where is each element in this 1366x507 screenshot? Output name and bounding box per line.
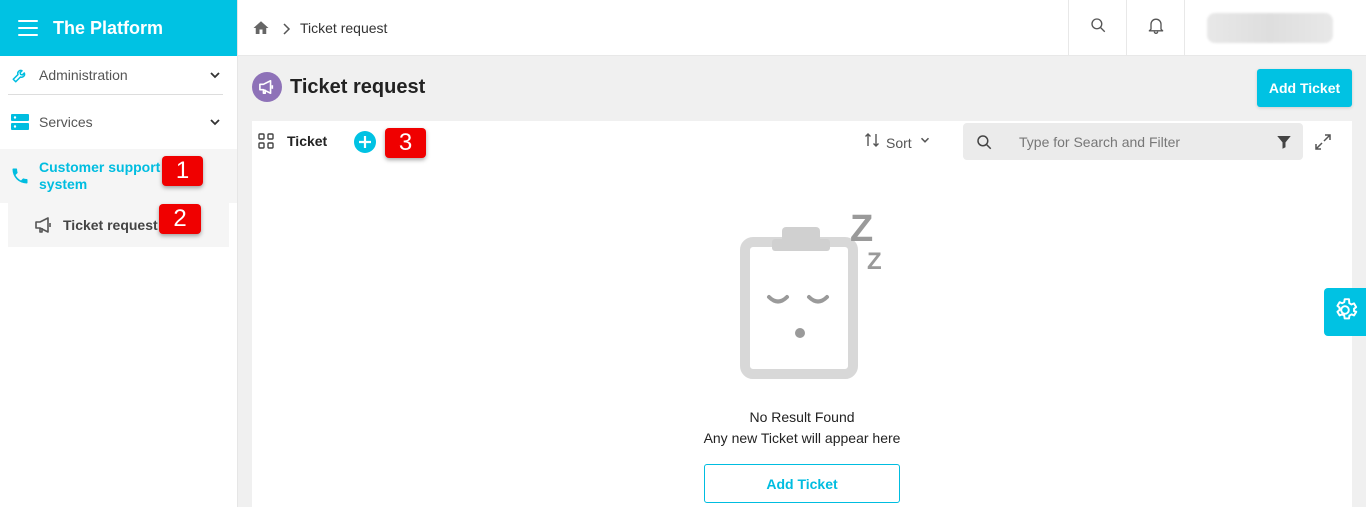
app-title: The Platform [53, 17, 164, 38]
brand-bar: The Platform [0, 0, 237, 56]
chevron-right-icon [280, 22, 292, 35]
search-icon [1089, 16, 1107, 39]
search-filter-bar [963, 123, 1303, 160]
empty-state-subtitle: Any new Ticket will appear here [703, 430, 901, 446]
plus-icon [359, 136, 371, 148]
empty-state-title: No Result Found [749, 409, 855, 425]
annotation-badge-3: 3 [385, 128, 426, 158]
page-title: Ticket request [290, 75, 426, 98]
svg-text:Z: Z [867, 248, 882, 275]
sort-icon [864, 132, 880, 153]
avatar [1207, 12, 1333, 43]
panel-toolbar: Ticket 3 Sort [252, 121, 1352, 163]
home-icon[interactable] [252, 19, 270, 37]
search-input[interactable] [1019, 133, 1269, 150]
sidebar-item-services[interactable]: Services [0, 95, 237, 149]
menu-icon[interactable] [18, 20, 38, 36]
notifications-button[interactable] [1126, 0, 1184, 56]
empty-state-illustration: Z Z [732, 208, 902, 379]
server-icon [10, 112, 30, 132]
panel-title: Ticket [287, 133, 328, 149]
sort-label: Sort [886, 134, 912, 151]
sidebar: The Platform Administration Services Cus… [0, 0, 238, 507]
add-ticket-plus-button[interactable] [354, 131, 376, 153]
sidebar-item-ticket-request[interactable]: Ticket request 2 [8, 203, 229, 247]
annotation-badge-2: 2 [159, 204, 201, 234]
bell-icon [1146, 15, 1166, 40]
expand-icon[interactable] [1314, 133, 1332, 151]
filter-icon[interactable] [1275, 133, 1293, 151]
sidebar-item-label: Services [39, 114, 93, 130]
annotation-badge-1: 1 [162, 156, 203, 186]
user-menu[interactable] [1184, 0, 1366, 56]
search-button[interactable] [1068, 0, 1126, 56]
page-header: Ticket request [252, 72, 425, 102]
svg-text:Z: Z [850, 209, 873, 250]
grid-view-icon[interactable] [258, 133, 274, 149]
topbar: Ticket request [238, 0, 1366, 56]
sidebar-item-administration[interactable]: Administration [0, 56, 237, 94]
ticket-panel: Ticket 3 Sort Type for Search and Filter… [252, 121, 1352, 507]
chevron-down-icon [207, 114, 223, 130]
search-icon [975, 133, 993, 151]
breadcrumb: Ticket request [238, 19, 1068, 37]
sort-button[interactable]: Sort [864, 132, 932, 153]
breadcrumb-current[interactable]: Ticket request [300, 20, 387, 36]
phone-icon [10, 166, 30, 186]
megaphone-icon [34, 215, 54, 235]
sidebar-item-label: Administration [39, 67, 128, 83]
megaphone-icon [252, 72, 282, 102]
chevron-down-icon [207, 67, 223, 83]
settings-tab[interactable] [1324, 288, 1366, 336]
gear-icon [1332, 297, 1358, 328]
wrench-icon [10, 65, 30, 85]
sidebar-item-label: Customer support system [39, 159, 161, 192]
sidebar-item-customer-support-system[interactable]: Customer support system 1 [0, 149, 237, 203]
add-ticket-empty-button[interactable]: Add Ticket [704, 464, 900, 503]
add-ticket-button[interactable]: Add Ticket [1257, 69, 1352, 107]
chevron-down-icon [918, 133, 932, 152]
